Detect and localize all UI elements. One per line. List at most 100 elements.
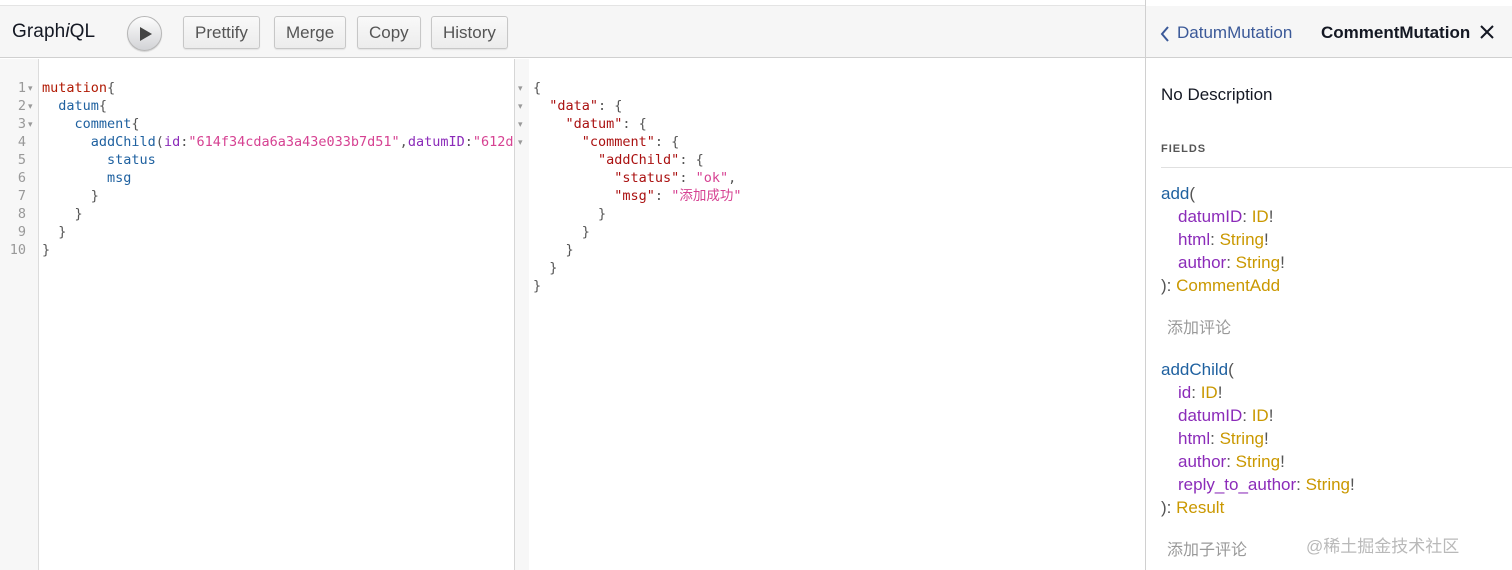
doc-arg-type[interactable]: ID: [1252, 406, 1269, 425]
query-line: status: [42, 151, 156, 169]
fold-arrow-icon[interactable]: ▾: [28, 115, 33, 133]
execute-query-button[interactable]: [127, 16, 162, 51]
result-line: "comment": {: [533, 133, 680, 151]
doc-non-null: !: [1268, 406, 1274, 425]
result-token: }: [533, 224, 590, 240]
query-token: {: [107, 80, 116, 96]
query-line: mutation{: [42, 79, 115, 97]
app-title-prefix: Graph: [12, 21, 66, 42]
merge-button[interactable]: Merge: [274, 16, 347, 49]
doc-colon: :: [1242, 207, 1252, 226]
doc-non-null: !: [1264, 429, 1269, 448]
doc-field-name[interactable]: addChild: [1161, 360, 1228, 379]
doc-section-divider: [1161, 167, 1512, 168]
doc-arg-type[interactable]: String: [1220, 230, 1264, 249]
query-token: }: [42, 188, 99, 204]
fold-arrow-icon[interactable]: ▾: [28, 79, 33, 97]
query-token: {: [98, 98, 108, 114]
doc-description: No Description: [1161, 85, 1273, 104]
doc-arg-name: datumID: [1178, 406, 1243, 425]
doc-non-null: !: [1280, 452, 1285, 471]
query-token: "614f34cda6a3a43e033b7d51": [188, 134, 400, 150]
result-token: "comment": [533, 134, 655, 150]
doc-return-type[interactable]: Result: [1176, 498, 1224, 517]
doc-field-name[interactable]: add: [1161, 184, 1189, 203]
fold-arrow-icon[interactable]: ▾: [28, 97, 33, 115]
app-title-suffix: QL: [69, 21, 96, 42]
app-title: GraphiQL: [12, 21, 95, 43]
toolbar: GraphiQL Prettify Merge Copy History: [0, 6, 1145, 58]
doc-title: CommentMutation: [1321, 23, 1471, 42]
doc-non-null: !: [1268, 207, 1274, 226]
fold-arrow-icon[interactable]: ▾: [518, 115, 523, 133]
result-line: }: [533, 205, 606, 223]
fold-arrow-icon[interactable]: ▾: [518, 133, 523, 151]
doc-arg: html: String!: [1178, 427, 1269, 450]
result-line: "status": "ok",: [533, 169, 736, 187]
line-number: 4: [17, 134, 26, 150]
doc-colon: :: [1242, 406, 1252, 425]
doc-explorer: DatumMutation CommentMutation No Descrip…: [1145, 0, 1512, 570]
result-token: }: [533, 278, 542, 294]
doc-non-null: !: [1264, 230, 1269, 249]
result-viewer: { "data": { "datum": { "comment": { "add…: [529, 59, 1145, 570]
doc-paren-open: (: [1228, 360, 1234, 379]
result-line: {: [533, 79, 541, 97]
query-line: msg: [42, 169, 131, 187]
doc-paren-open: (: [1189, 184, 1196, 203]
doc-arg: author: String!: [1178, 450, 1285, 473]
doc-colon: :: [1226, 253, 1236, 272]
fold-arrow-icon[interactable]: ▾: [518, 79, 523, 97]
result-token: : {: [622, 116, 647, 132]
doc-colon: :: [1210, 230, 1220, 249]
line-number: 5: [17, 152, 26, 168]
result-token: ,: [728, 170, 737, 186]
query-token: id: [163, 134, 181, 150]
result-token: "data": [533, 98, 599, 114]
query-token: }: [42, 206, 83, 222]
doc-arg-name: author: [1178, 253, 1227, 272]
result-token: "addChild": [533, 152, 680, 168]
doc-arg-type[interactable]: String: [1220, 429, 1264, 448]
query-token: "612d: [472, 134, 514, 150]
doc-arg-type[interactable]: String: [1236, 452, 1280, 471]
doc-return: ): CommentAdd: [1161, 274, 1280, 297]
result-token: }: [533, 206, 607, 222]
result-line: "datum": {: [533, 115, 647, 133]
result-fold-gutter[interactable]: ▾ ▾ ▾ ▾: [515, 59, 529, 570]
result-token: : {: [598, 98, 623, 114]
prettify-button[interactable]: Prettify: [183, 16, 260, 49]
history-button[interactable]: History: [431, 16, 508, 49]
doc-arg: reply_to_author: String!: [1178, 473, 1355, 496]
query-token: addChild: [42, 134, 156, 150]
result-token: "status": [533, 170, 680, 186]
doc-arg-type[interactable]: String: [1306, 475, 1350, 494]
copy-button[interactable]: Copy: [357, 16, 421, 49]
result-token: }: [533, 242, 574, 258]
query-line: }: [42, 187, 99, 205]
query-line: }: [42, 205, 83, 223]
fold-arrow-icon[interactable]: ▾: [518, 97, 523, 115]
close-icon[interactable]: [1480, 25, 1494, 44]
result-token: {: [533, 80, 542, 96]
doc-arg: datumID: ID!: [1178, 205, 1273, 228]
query-token: comment: [42, 116, 132, 132]
line-number: 8: [17, 206, 26, 222]
doc-paren-close: ):: [1161, 498, 1177, 517]
line-number: 7: [17, 188, 26, 204]
query-editor[interactable]: 1 ▾ 2 ▾ 3 ▾ 4 5 6 7 8 9 10 mutation{ datum{ comment{…: [0, 59, 515, 570]
result-line: }: [533, 259, 557, 277]
doc-field-description: 添加评论: [1167, 320, 1232, 337]
doc-arg: datumID: ID!: [1178, 404, 1273, 427]
result-token: : {: [654, 134, 680, 150]
doc-arg-type[interactable]: ID: [1201, 383, 1218, 402]
doc-arg-type[interactable]: String: [1236, 253, 1280, 272]
result-token: "ok": [695, 170, 729, 186]
doc-arg-type[interactable]: ID: [1252, 207, 1269, 226]
query-line: }: [42, 241, 50, 259]
doc-non-null: !: [1280, 253, 1285, 272]
line-number: 9: [17, 224, 26, 240]
watermark: @稀土掘金技术社区: [1306, 537, 1460, 556]
query-token: datum: [42, 98, 99, 114]
doc-return-type[interactable]: CommentAdd: [1176, 276, 1280, 295]
